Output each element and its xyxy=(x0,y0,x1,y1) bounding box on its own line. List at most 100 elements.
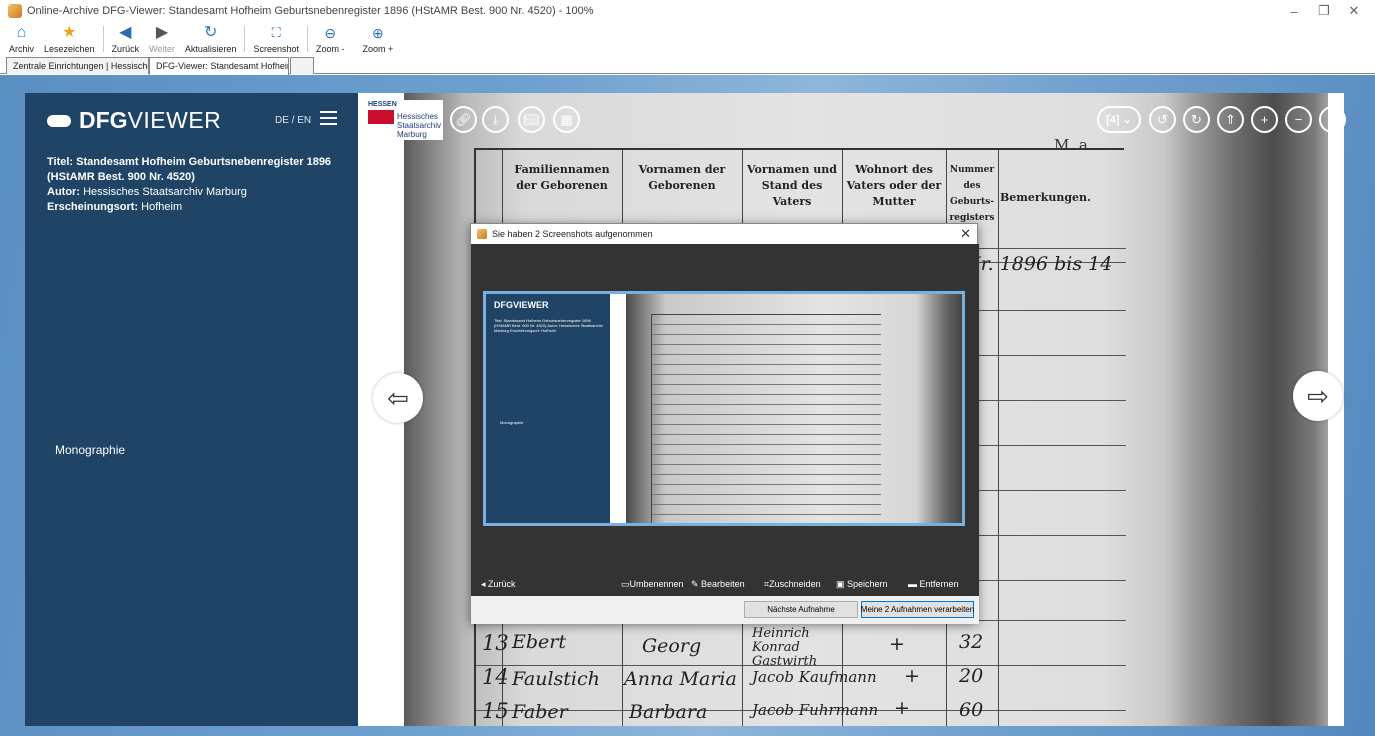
grid-icon[interactable]: ▦ xyxy=(553,106,580,133)
forward-button[interactable]: ▶ Weiter xyxy=(144,22,180,56)
remove-button[interactable]: ▬ Entfernen xyxy=(908,579,959,589)
screenshot-dialog: Sie haben 2 Screenshots aufgenommen ✕ DF… xyxy=(470,223,979,624)
column-header: Familiennamen der Geborenen xyxy=(514,163,610,192)
author-value: Hessisches Staatsarchiv Marburg xyxy=(83,186,247,198)
logo-pill-icon xyxy=(47,114,71,127)
column-header: Wohnort des Vaters oder der Mutter xyxy=(846,163,942,208)
home-icon: ⌂ xyxy=(16,24,27,41)
lesezeichen-label: Lesezeichen xyxy=(44,44,95,54)
institution-logo[interactable]: HESSEN Hessisches Staatsarchiv Marburg xyxy=(365,100,443,140)
zoom-in-button[interactable]: ⊕ Zoom + xyxy=(358,22,399,56)
maximize-button[interactable]: ❐ xyxy=(1309,0,1339,22)
menu-icon[interactable] xyxy=(320,111,337,125)
toolbar-separator xyxy=(244,26,246,52)
row-given: Georg xyxy=(642,635,702,657)
dialog-back-button[interactable]: ◂ Zurück xyxy=(481,579,516,590)
edit-button[interactable]: ✎ Bearbeiten xyxy=(691,579,745,590)
next-capture-button[interactable]: Nächste Aufnahme xyxy=(744,601,858,618)
genre-label: Monographie xyxy=(55,443,126,457)
chevron-down-icon: ⌄ xyxy=(1122,114,1132,126)
rotate-right-icon[interactable]: ↻ xyxy=(1183,106,1210,133)
minimize-button[interactable]: – xyxy=(1279,0,1309,22)
new-tab-button[interactable] xyxy=(290,57,314,74)
row-family: Ebert xyxy=(512,631,566,653)
star-icon: ★ xyxy=(62,24,77,41)
language-switch[interactable]: DE / EN xyxy=(275,115,311,126)
back-button[interactable]: ◀ Zurück xyxy=(107,22,145,56)
thumb-gutter xyxy=(610,294,626,523)
remark-text: Nr. 1896 bis 14 xyxy=(964,253,1113,275)
row-family: Faber xyxy=(512,701,568,723)
fullscreen-icon[interactable]: ⤢ xyxy=(1319,106,1346,133)
sidebar: DFG VIEWER DE / EN Titel: Standesamt Hofh… xyxy=(25,93,358,726)
zoom-in-icon: ⊕ xyxy=(372,25,384,41)
archiv-label: Archiv xyxy=(9,44,35,54)
rotate-left-icon[interactable]: ↺ xyxy=(1149,106,1176,133)
process-captures-button[interactable]: Meine 2 Aufnahmen verarbeiten xyxy=(861,601,974,618)
refresh-icon: ↻ xyxy=(203,24,218,41)
tab-dfg-viewer[interactable]: DFG-Viewer: Standesamt Hofheim× xyxy=(149,57,289,75)
dialog-footer: Nächste Aufnahme Meine 2 Aufnahmen verar… xyxy=(471,596,979,624)
zoom-in-label: Zoom + xyxy=(362,44,394,54)
screenshot-thumbnail[interactable]: DFGVIEWER Titel: Standesamt Hofheim Gebu… xyxy=(483,291,965,526)
logo-bold: DFG xyxy=(79,107,128,133)
archiv-button[interactable]: ⌂ Archiv xyxy=(4,22,39,56)
title-value: Standesamt Hofheim Geburtsnebenregister … xyxy=(47,156,332,183)
close-window-button[interactable]: ✕ xyxy=(1339,0,1369,22)
toolbar: ⌂ Archiv ★ Lesezeichen ◀ Zurück ▶ Weiter… xyxy=(0,22,1375,56)
zoom-out-button[interactable]: ⊖ Zoom - xyxy=(311,22,350,56)
zoom-out-label: Zoom - xyxy=(315,44,345,54)
link-icon[interactable]: 🔗︎ xyxy=(450,106,477,133)
row-number: 13 xyxy=(482,631,509,655)
row-reg: 60 xyxy=(959,699,984,721)
rename-button[interactable]: ▭Umbenennen xyxy=(621,579,684,590)
toolbar-separator xyxy=(306,26,308,52)
thumb-meta: Titel: Standesamt Hofheim Geburtsnebenre… xyxy=(494,318,603,333)
refresh-button[interactable]: ↻ Aktualisieren xyxy=(180,22,242,56)
back-label: Zurück xyxy=(111,44,140,54)
page-selector[interactable]: [4] ⌄ xyxy=(1097,106,1141,133)
save-button[interactable]: ▣ Speichern xyxy=(836,579,888,590)
row-family: Faulstich xyxy=(512,668,600,690)
title-label: Titel: xyxy=(47,156,74,168)
zoom-out-icon[interactable]: − xyxy=(1285,106,1312,133)
app-icon xyxy=(8,4,22,18)
row-number: 14 xyxy=(482,665,509,689)
dialog-back-label: Zurück xyxy=(488,579,516,589)
thumb-genre: Monographie xyxy=(500,420,524,425)
crop-button[interactable]: ⌗Zuschneiden xyxy=(764,579,821,590)
tab-zentrale[interactable]: Zentrale Einrichtungen | Hessische× xyxy=(6,57,149,74)
dfg-viewer-logo[interactable]: DFG VIEWER xyxy=(47,107,221,134)
tab-bar: Zentrale Einrichtungen | Hessische× DFG-… xyxy=(0,56,1375,75)
row-father: Heinrich Konrad Gastwirth xyxy=(752,626,818,669)
next-page-icon[interactable]: ⇨ xyxy=(1293,371,1343,421)
lesezeichen-button[interactable]: ★ Lesezeichen xyxy=(39,22,100,56)
zoom-in-icon[interactable]: + xyxy=(1251,106,1278,133)
back-arrow-icon: ◀ xyxy=(119,24,132,41)
metadata: Titel: Standesamt Hofheim Geburtsnebenre… xyxy=(47,155,347,215)
download-icon[interactable]: ⤓ xyxy=(482,106,509,133)
dialog-preview-area: DFGVIEWER Titel: Standesamt Hofheim Gebu… xyxy=(471,244,979,574)
row-given: Anna Maria xyxy=(624,668,737,690)
row-father: Jacob Fuhrmann xyxy=(752,701,879,719)
previous-page-icon[interactable]: ⇦ xyxy=(373,373,423,423)
toolbar-separator xyxy=(102,26,104,52)
north-icon[interactable]: ⇑ xyxy=(1217,106,1244,133)
thumb-logo: DFGVIEWER xyxy=(494,300,549,310)
column-header: Bemerkungen. xyxy=(1000,191,1091,204)
column-header: Vornamen und Stand des Vaters xyxy=(747,163,837,208)
place-label: Erscheinungsort: xyxy=(47,201,139,213)
row-given: Barbara xyxy=(629,701,708,723)
forward-arrow-icon: ▶ xyxy=(155,24,169,41)
institution-line: Hessisches xyxy=(397,112,438,121)
row-dot: + xyxy=(894,697,910,719)
book-icon[interactable]: 📖︎ xyxy=(518,106,545,133)
forward-label: Weiter xyxy=(149,44,175,54)
screenshot-button[interactable]: ⛶ Screenshot xyxy=(248,22,304,56)
screenshot-label: Screenshot xyxy=(253,44,299,54)
screenshot-icon: ⛶ xyxy=(271,25,281,40)
zoom-out-icon: ⊖ xyxy=(324,25,337,41)
dialog-title: Sie haben 2 Screenshots aufgenommen xyxy=(492,229,653,239)
tab-label: DFG-Viewer: Standesamt Hofheim xyxy=(156,61,289,71)
dialog-close-icon[interactable]: ✕ xyxy=(960,226,971,242)
